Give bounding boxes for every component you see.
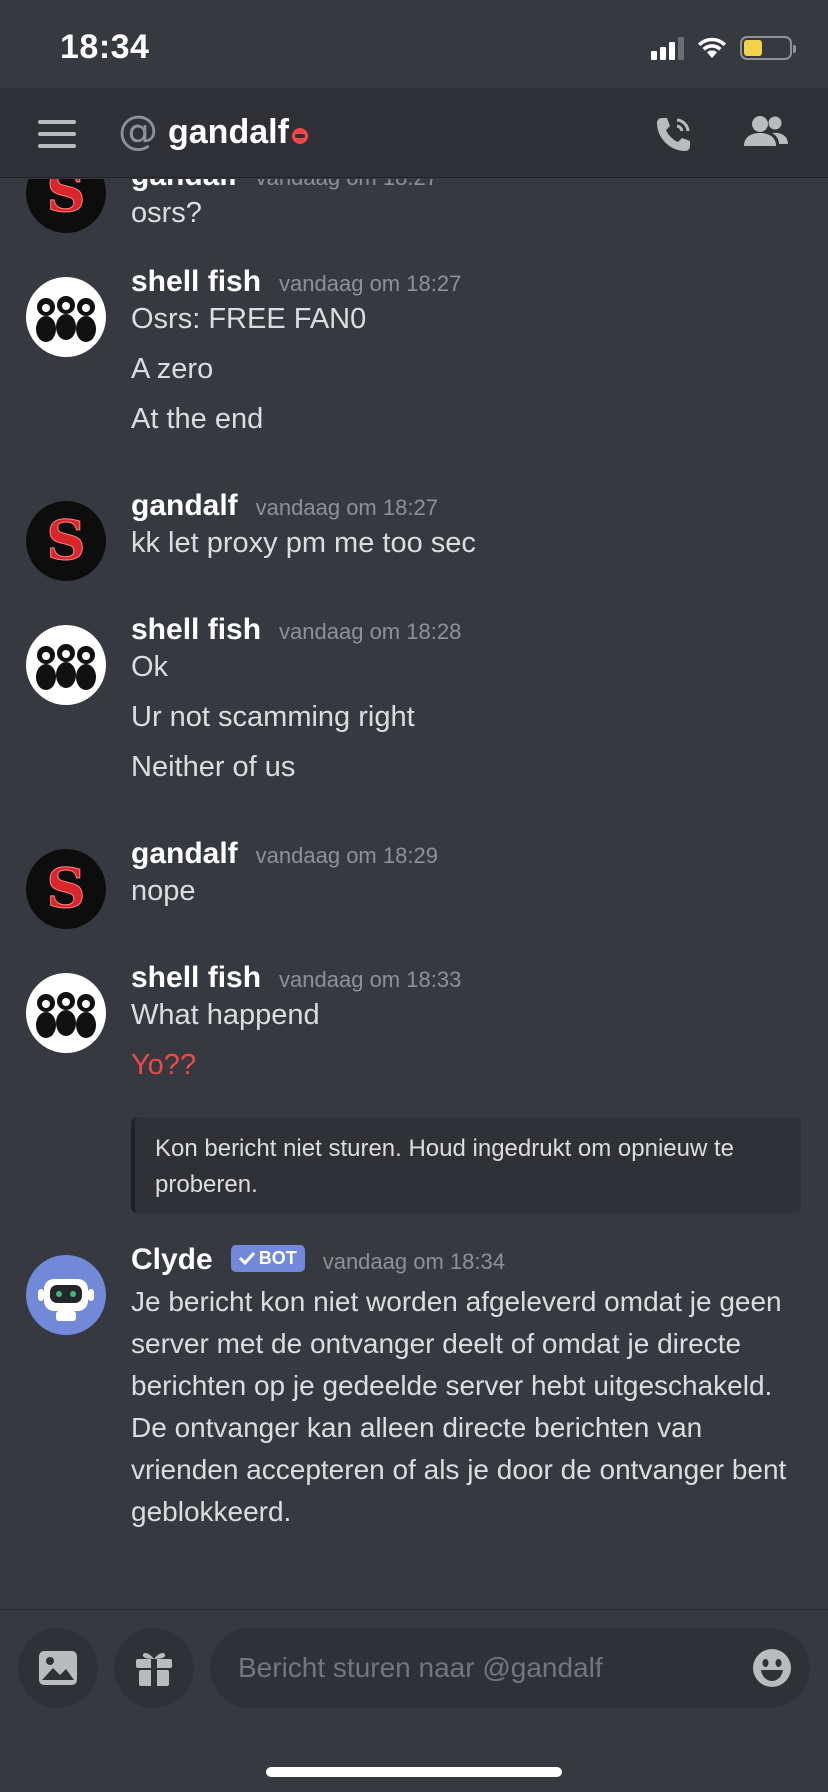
gift-icon	[136, 1652, 172, 1686]
avatar[interactable]	[26, 277, 106, 357]
battery-icon	[740, 36, 796, 60]
timestamp: vandaag om 18:27	[256, 179, 438, 191]
avatar[interactable]	[26, 625, 106, 705]
author-name[interactable]: Clyde	[131, 1243, 213, 1277]
timestamp: vandaag om 18:29	[255, 843, 438, 868]
message-input[interactable]	[238, 1628, 738, 1708]
message-text[interactable]: What happend	[131, 999, 320, 1032]
attach-image-button[interactable]	[18, 1628, 98, 1708]
bot-badge: BOT	[230, 1244, 305, 1272]
timestamp: vandaag om 18:28	[279, 619, 462, 644]
gandalf-s-logo-icon: S	[46, 856, 86, 921]
author-name[interactable]: gandalf	[131, 179, 238, 193]
svg-text:S: S	[47, 856, 86, 920]
home-indicator[interactable]	[266, 1767, 562, 1777]
clyde-robot-icon	[38, 1279, 94, 1321]
send-error-notice[interactable]: Kon bericht niet sturen. Houd ingedrukt …	[131, 1117, 801, 1213]
message-text[interactable]: Osrs: FREE FAN0	[131, 303, 366, 336]
message-text[interactable]: Ok	[131, 651, 168, 684]
call-icon[interactable]	[654, 114, 696, 154]
three-monkeys-icon	[36, 296, 96, 342]
hamburger-menu-icon[interactable]	[38, 120, 76, 148]
message-input-wrapper	[210, 1628, 810, 1708]
author-line: shell fish vandaag om 18:27	[131, 265, 461, 299]
message-text[interactable]: nope	[131, 875, 196, 908]
author-line: gandalf vandaag om 18:29	[131, 837, 438, 871]
svg-text:S: S	[47, 508, 86, 572]
message-text[interactable]: kk let proxy pm me too sec	[131, 527, 476, 560]
timestamp: vandaag om 18:34	[322, 1249, 505, 1274]
message-list[interactable]: S gandalf vandaag om 18:27 osrs? shell f…	[0, 179, 828, 1609]
members-icon[interactable]	[742, 114, 790, 150]
timestamp: vandaag om 18:27	[255, 495, 438, 520]
gift-button[interactable]	[114, 1628, 194, 1708]
gandalf-s-logo-icon: S	[46, 508, 86, 573]
status-time: 18:34	[60, 28, 150, 66]
avatar[interactable]: S	[26, 849, 106, 929]
message-text[interactable]: osrs?	[131, 197, 202, 230]
avatar[interactable]: S	[26, 501, 106, 581]
message-text[interactable]: Neither of us	[131, 751, 295, 784]
failed-message-text[interactable]: Yo??	[131, 1049, 196, 1082]
signal-icon	[651, 36, 684, 60]
message-text[interactable]: A zero	[131, 353, 213, 386]
author-line: shell fish vandaag om 18:28	[131, 613, 461, 647]
avatar[interactable]	[26, 1255, 106, 1335]
author-line: Clyde BOT vandaag om 18:34	[131, 1243, 505, 1277]
timestamp: vandaag om 18:33	[279, 967, 462, 992]
svg-text:S: S	[47, 179, 86, 224]
message-text[interactable]: At the end	[131, 403, 263, 436]
emoji-icon[interactable]	[752, 1648, 792, 1688]
author-line: gandalf vandaag om 18:27	[131, 179, 438, 193]
dnd-status-icon	[292, 128, 308, 144]
image-icon	[39, 1651, 77, 1685]
three-monkeys-icon	[36, 992, 96, 1038]
author-name[interactable]: shell fish	[131, 613, 261, 647]
message-composer	[0, 1609, 828, 1792]
author-line: shell fish vandaag om 18:33	[131, 961, 461, 995]
message-text[interactable]: Ur not scamming right	[131, 701, 415, 734]
check-icon	[238, 1251, 255, 1265]
status-icons	[651, 36, 796, 60]
gandalf-s-logo-icon: S	[46, 179, 86, 225]
message-text[interactable]: Je bericht kon niet worden afgeleverd om…	[131, 1281, 811, 1533]
timestamp: vandaag om 18:27	[279, 271, 462, 296]
author-name[interactable]: gandalf	[131, 489, 238, 523]
three-monkeys-icon	[36, 644, 96, 690]
author-name[interactable]: gandalf	[131, 837, 238, 871]
at-icon: @	[118, 108, 158, 154]
avatar[interactable]: S	[26, 179, 106, 233]
author-name[interactable]: shell fish	[131, 961, 261, 995]
bot-badge-label: BOT	[258, 1247, 297, 1268]
avatar[interactable]	[26, 973, 106, 1053]
page-title: gandalf	[168, 113, 289, 151]
wifi-icon	[698, 37, 726, 58]
status-bar: 18:34	[0, 0, 828, 88]
author-line: gandalf vandaag om 18:27	[131, 489, 438, 523]
author-name[interactable]: shell fish	[131, 265, 261, 299]
